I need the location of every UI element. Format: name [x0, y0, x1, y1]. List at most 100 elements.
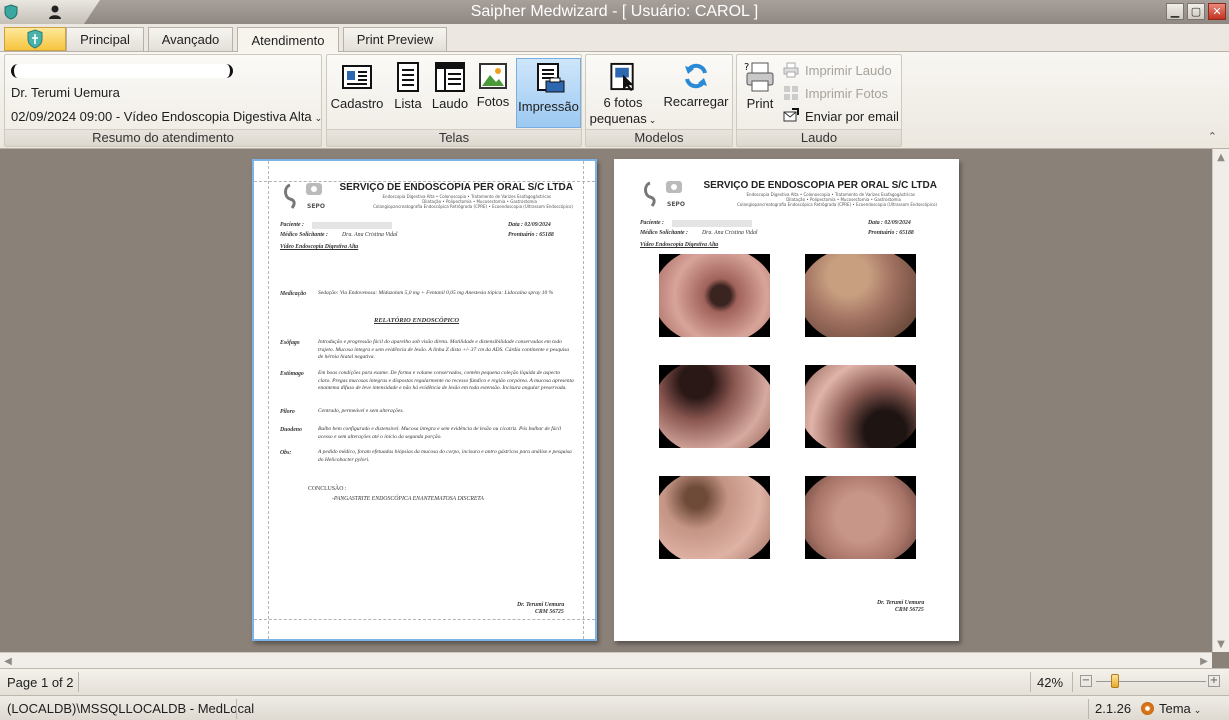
enviar-email-label: Enviar por email — [805, 108, 899, 124]
laudo-button[interactable]: Laudo — [429, 58, 471, 128]
imprimir-laudo-label: Imprimir Laudo — [805, 62, 892, 78]
fotos-button[interactable]: Fotos — [473, 58, 513, 128]
signature-crm: CRM 56725 — [895, 607, 924, 613]
email-icon — [783, 108, 799, 122]
chevron-down-icon: ⌄ — [314, 113, 323, 123]
scroll-left-icon[interactable]: ◀ — [0, 653, 16, 669]
fotos-pequenas-line1: 6 fotos — [603, 95, 643, 110]
horizontal-scrollbar[interactable]: ◀ ▶ — [0, 652, 1212, 668]
minimize-button[interactable]: ▁ — [1166, 3, 1184, 20]
status-separator — [1088, 699, 1089, 719]
tab-avancado[interactable]: Avançado — [148, 27, 233, 51]
exam-title: Vídeo Endoscopia Digestiva Alta — [640, 242, 719, 248]
paciente-label: Paciente : — [280, 222, 304, 228]
close-button[interactable]: ✕ — [1208, 3, 1226, 20]
margin-guide-bottom — [254, 619, 595, 620]
obs-label: Obs: — [280, 450, 292, 456]
vertical-scrollbar[interactable]: ▲ ▼ — [1212, 149, 1229, 652]
tab-principal[interactable]: Principal — [66, 27, 144, 51]
fotos-pequenas-line2: pequenas — [589, 111, 647, 126]
photos-header-sub3: Colangiopancreatografia Endoscópica Retr… — [737, 202, 937, 207]
collapse-ribbon-icon[interactable]: ⌃ — [1208, 130, 1217, 143]
zoom-out-icon[interactable]: − — [1080, 675, 1092, 687]
sepo-logo: SEPO — [640, 179, 686, 211]
paciente-label: Paciente : — [640, 220, 664, 226]
theme-selector[interactable]: Tema ⌄ — [1159, 701, 1201, 716]
zoom-slider-thumb[interactable] — [1111, 674, 1119, 688]
print-button[interactable]: ? Print — [739, 58, 781, 128]
group-telas: Cadastro Lista Laudo Fotos Impressão Tel… — [326, 54, 582, 147]
logo-text: SEPO — [667, 201, 685, 208]
endoscopy-photo-4 — [805, 365, 916, 448]
zoom-level: 42% — [1037, 675, 1064, 690]
maximize-icon: ▢ — [1190, 5, 1202, 18]
group-resumo: Dr. Terumi Uemura 02/09/2024 09:00 - Víd… — [4, 54, 322, 147]
app-menu-button[interactable] — [4, 27, 66, 51]
ribbon: Dr. Terumi Uemura 02/09/2024 09:00 - Víd… — [0, 51, 1229, 149]
esofago-text: Introdução e progressão fácil do aparelh… — [318, 339, 570, 361]
medico-label: Médico Solicitante : — [280, 232, 328, 238]
report-page-1[interactable]: SEPO SERVIÇO DE ENDOSCOPIA PER ORAL S/C … — [252, 159, 597, 641]
patient-name-redacted — [312, 222, 392, 229]
cadastro-label: Cadastro — [330, 96, 384, 111]
medicacao-text: Sedação: Via Endovenosa: Midazolam 5,0 m… — [318, 290, 554, 296]
fotos-pequenas-label: 6 fotos pequenas ⌄ — [590, 95, 657, 128]
exam-selector[interactable]: 02/09/2024 09:00 - Vídeo Endoscopia Dige… — [11, 109, 322, 124]
tab-atendimento[interactable]: Atendimento — [237, 27, 339, 52]
laudo-icon — [435, 62, 465, 92]
status-separator — [78, 672, 79, 692]
app-logo-icon — [27, 29, 43, 49]
enviar-email-button[interactable]: Enviar por email — [783, 108, 899, 124]
imprimir-laudo-button[interactable]: Imprimir Laudo — [783, 62, 892, 78]
app-status-bar: (LOCALDB)\MSSQLLOCALDB - MedLocal 2.1.26… — [0, 695, 1229, 720]
endoscopy-photo-1 — [659, 254, 770, 337]
impressao-button[interactable]: Impressão — [516, 58, 581, 128]
scroll-up-icon[interactable]: ▲ — [1213, 149, 1229, 165]
status-separator — [1072, 672, 1073, 692]
scroll-right-icon[interactable]: ▶ — [1196, 653, 1212, 669]
data-label: Data : 02/09/2024 — [508, 222, 551, 228]
theme-label: Tema — [1159, 701, 1191, 716]
maximize-button[interactable]: ▢ — [1187, 3, 1205, 20]
piloro-label: Piloro — [280, 409, 295, 415]
conclusao-label: CONCLUSÃO : — [308, 486, 347, 492]
data-label: Data : 02/09/2024 — [868, 220, 911, 226]
imprimir-fotos-button[interactable]: Imprimir Fotos — [783, 85, 888, 101]
connection-string: (LOCALDB)\MSSQLLOCALDB - MedLocal — [7, 701, 255, 716]
lista-icon — [397, 62, 419, 92]
window-title: Saipher Medwizard - [ Usuário: CAROL ] — [470, 3, 759, 20]
preview-status-bar: Page 1 of 2 42% − + — [0, 668, 1229, 695]
patient-name-redacted — [672, 220, 752, 227]
status-separator — [1030, 672, 1031, 692]
template-icon — [610, 62, 634, 92]
chevron-down-icon: ⌄ — [1193, 705, 1202, 715]
version-label: 2.1.26 — [1095, 701, 1132, 716]
print-laudo-icon — [783, 62, 799, 78]
recarregar-label: Recarregar — [663, 94, 729, 109]
tab-print-preview[interactable]: Print Preview — [343, 27, 447, 51]
exam-title: Vídeo Endoscopia Digestiva Alta — [280, 244, 359, 250]
svg-text:?: ? — [744, 62, 749, 73]
medicacao-label: Medicação — [280, 291, 307, 297]
group-label-resumo: Resumo do atendimento — [5, 129, 321, 146]
fotos-pequenas-dropdown[interactable]: 6 fotos pequenas ⌄ — [588, 58, 658, 128]
cadastro-button[interactable]: Cadastro — [329, 58, 385, 128]
patient-name-redacted — [11, 64, 233, 78]
prontuario-label: Prontuário : 65188 — [868, 230, 914, 236]
page-indicator: Page 1 of 2 — [7, 675, 74, 690]
minimize-icon: ▁ — [1170, 5, 1180, 18]
medico-value: Dra. Ana Cristina Vidal — [702, 230, 758, 236]
esofago-label: Esôfago — [280, 340, 300, 346]
endoscopy-photo-5 — [659, 476, 770, 559]
group-laudo: ? Print Imprimir Laudo Imprimir Fotos En… — [736, 54, 902, 147]
fotos-label: Fotos — [476, 94, 510, 109]
photos-page-2[interactable]: SEPO SERVIÇO DE ENDOSCOPIA PER ORAL S/C … — [614, 159, 959, 641]
logo-text: SEPO — [307, 203, 325, 210]
scroll-down-icon[interactable]: ▼ — [1213, 636, 1229, 652]
signature-crm: CRM 56725 — [535, 609, 564, 615]
lista-button[interactable]: Lista — [389, 58, 427, 128]
recarregar-button[interactable]: Recarregar — [660, 58, 732, 128]
zoom-in-icon[interactable]: + — [1208, 675, 1220, 687]
medico-value: Dra. Ana Cristina Vidal — [342, 232, 398, 238]
theme-icon — [1141, 702, 1154, 715]
